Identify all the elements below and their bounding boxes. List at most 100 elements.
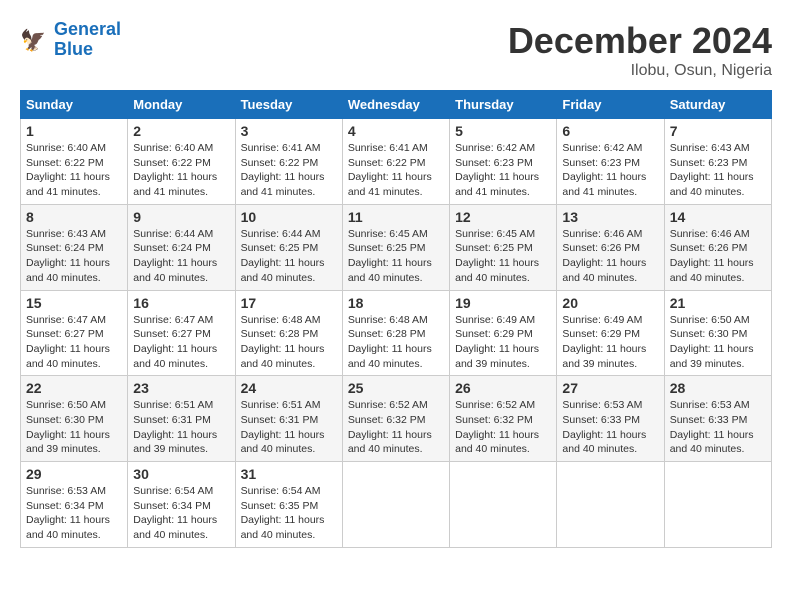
day-header-saturday: Saturday xyxy=(664,91,771,119)
calendar-cell: 13Sunrise: 6:46 AM Sunset: 6:26 PM Dayli… xyxy=(557,204,664,290)
day-number: 4 xyxy=(348,123,444,139)
calendar-cell: 30 Sunrise: 6:54 AM Sunset: 6:34 PM Dayli… xyxy=(128,462,235,548)
day-number: 6 xyxy=(562,123,658,139)
day-number: 28 xyxy=(670,380,766,396)
day-info: Sunrise: 6:40 AM Sunset: 6:22 PM Dayligh… xyxy=(133,141,229,200)
day-info: Sunrise: 6:48 AM Sunset: 6:28 PM Dayligh… xyxy=(348,313,444,372)
day-number: 10 xyxy=(241,209,337,225)
calendar-cell xyxy=(557,462,664,548)
location: Ilobu, Osun, Nigeria xyxy=(508,62,772,80)
day-number: 14 xyxy=(670,209,766,225)
calendar-cell: 10Sunrise: 6:44 AM Sunset: 6:25 PM Dayli… xyxy=(235,204,342,290)
day-info: Sunrise: 6:51 AM Sunset: 6:31 PM Dayligh… xyxy=(133,398,229,457)
page-header: 🦅 General Blue December 2024 Ilobu, Osun… xyxy=(20,20,772,80)
day-info: Sunrise: 6:53 AM Sunset: 6:33 PM Dayligh… xyxy=(562,398,658,457)
day-info: Sunrise: 6:46 AM Sunset: 6:26 PM Dayligh… xyxy=(670,227,766,286)
day-info: Sunrise: 6:47 AM Sunset: 6:27 PM Dayligh… xyxy=(133,313,229,372)
week-row-5: 29Sunrise: 6:53 AM Sunset: 6:34 PM Dayli… xyxy=(21,462,772,548)
day-info: Sunrise: 6:46 AM Sunset: 6:26 PM Dayligh… xyxy=(562,227,658,286)
logo-text: General Blue xyxy=(54,20,121,60)
day-number: 3 xyxy=(241,123,337,139)
day-number: 26 xyxy=(455,380,551,396)
day-number: 5 xyxy=(455,123,551,139)
day-number: 17 xyxy=(241,295,337,311)
day-info: Sunrise: 6:49 AM Sunset: 6:29 PM Dayligh… xyxy=(562,313,658,372)
logo-icon: 🦅 xyxy=(20,25,50,55)
day-number: 7 xyxy=(670,123,766,139)
day-info: Sunrise: 6:47 AM Sunset: 6:27 PM Dayligh… xyxy=(26,313,122,372)
day-info: Sunrise: 6:50 AM Sunset: 6:30 PM Dayligh… xyxy=(26,398,122,457)
day-number: 2 xyxy=(133,123,229,139)
day-info: Sunrise: 6:42 AM Sunset: 6:23 PM Dayligh… xyxy=(455,141,551,200)
week-row-1: 1Sunrise: 6:40 AM Sunset: 6:22 PM Daylig… xyxy=(21,119,772,205)
calendar-cell xyxy=(342,462,449,548)
calendar-cell: 18 Sunrise: 6:48 AM Sunset: 6:28 PM Dayli… xyxy=(342,290,449,376)
day-info: Sunrise: 6:52 AM Sunset: 6:32 PM Dayligh… xyxy=(348,398,444,457)
day-info: Sunrise: 6:54 AM Sunset: 6:34 PM Dayligh… xyxy=(133,484,229,543)
calendar-cell: 14 Sunrise: 6:46 AM Sunset: 6:26 PM Dayli… xyxy=(664,204,771,290)
day-info: Sunrise: 6:52 AM Sunset: 6:32 PM Dayligh… xyxy=(455,398,551,457)
day-info: Sunrise: 6:48 AM Sunset: 6:28 PM Dayligh… xyxy=(241,313,337,372)
day-number: 23 xyxy=(133,380,229,396)
calendar-cell: 25 Sunrise: 6:52 AM Sunset: 6:32 PM Dayli… xyxy=(342,376,449,462)
day-info: Sunrise: 6:41 AM Sunset: 6:22 PM Dayligh… xyxy=(241,141,337,200)
day-header-wednesday: Wednesday xyxy=(342,91,449,119)
day-info: Sunrise: 6:44 AM Sunset: 6:24 PM Dayligh… xyxy=(133,227,229,286)
day-info: Sunrise: 6:51 AM Sunset: 6:31 PM Dayligh… xyxy=(241,398,337,457)
calendar-cell: 9Sunrise: 6:44 AM Sunset: 6:24 PM Daylig… xyxy=(128,204,235,290)
calendar-cell: 1Sunrise: 6:40 AM Sunset: 6:22 PM Daylig… xyxy=(21,119,128,205)
day-number: 25 xyxy=(348,380,444,396)
week-row-4: 22 Sunrise: 6:50 AM Sunset: 6:30 PM Dayli… xyxy=(21,376,772,462)
calendar-cell: 26 Sunrise: 6:52 AM Sunset: 6:32 PM Dayli… xyxy=(450,376,557,462)
calendar-cell: 2 Sunrise: 6:40 AM Sunset: 6:22 PM Daylig… xyxy=(128,119,235,205)
day-number: 16 xyxy=(133,295,229,311)
calendar-cell: 3 Sunrise: 6:41 AM Sunset: 6:22 PM Daylig… xyxy=(235,119,342,205)
day-info: Sunrise: 6:41 AM Sunset: 6:22 PM Dayligh… xyxy=(348,141,444,200)
day-info: Sunrise: 6:54 AM Sunset: 6:35 PM Dayligh… xyxy=(241,484,337,543)
day-number: 20 xyxy=(562,295,658,311)
calendar-cell: 28Sunrise: 6:53 AM Sunset: 6:33 PM Dayli… xyxy=(664,376,771,462)
calendar-cell: 23 Sunrise: 6:51 AM Sunset: 6:31 PM Dayli… xyxy=(128,376,235,462)
day-number: 31 xyxy=(241,466,337,482)
calendar-cell: 12Sunrise: 6:45 AM Sunset: 6:25 PM Dayli… xyxy=(450,204,557,290)
day-info: Sunrise: 6:42 AM Sunset: 6:23 PM Dayligh… xyxy=(562,141,658,200)
day-info: Sunrise: 6:40 AM Sunset: 6:22 PM Dayligh… xyxy=(26,141,122,200)
day-header-tuesday: Tuesday xyxy=(235,91,342,119)
day-number: 30 xyxy=(133,466,229,482)
month-title: December 2024 xyxy=(508,20,772,62)
day-number: 12 xyxy=(455,209,551,225)
day-number: 22 xyxy=(26,380,122,396)
calendar-cell: 31 Sunrise: 6:54 AM Sunset: 6:35 PM Dayli… xyxy=(235,462,342,548)
week-row-2: 8Sunrise: 6:43 AM Sunset: 6:24 PM Daylig… xyxy=(21,204,772,290)
calendar-cell xyxy=(664,462,771,548)
calendar-cell: 6 Sunrise: 6:42 AM Sunset: 6:23 PM Daylig… xyxy=(557,119,664,205)
day-info: Sunrise: 6:49 AM Sunset: 6:29 PM Dayligh… xyxy=(455,313,551,372)
calendar-cell: 16 Sunrise: 6:47 AM Sunset: 6:27 PM Dayli… xyxy=(128,290,235,376)
day-header-friday: Friday xyxy=(557,91,664,119)
calendar-cell: 20 Sunrise: 6:49 AM Sunset: 6:29 PM Dayli… xyxy=(557,290,664,376)
day-number: 15 xyxy=(26,295,122,311)
day-number: 11 xyxy=(348,209,444,225)
calendar-cell: 19 Sunrise: 6:49 AM Sunset: 6:29 PM Dayli… xyxy=(450,290,557,376)
day-header-thursday: Thursday xyxy=(450,91,557,119)
day-number: 21 xyxy=(670,295,766,311)
header-row: SundayMondayTuesdayWednesdayThursdayFrid… xyxy=(21,91,772,119)
day-number: 19 xyxy=(455,295,551,311)
day-number: 29 xyxy=(26,466,122,482)
calendar-cell: 4 Sunrise: 6:41 AM Sunset: 6:22 PM Daylig… xyxy=(342,119,449,205)
title-block: December 2024 Ilobu, Osun, Nigeria xyxy=(508,20,772,80)
calendar-cell: 5 Sunrise: 6:42 AM Sunset: 6:23 PM Daylig… xyxy=(450,119,557,205)
calendar-cell xyxy=(450,462,557,548)
calendar-cell: 22 Sunrise: 6:50 AM Sunset: 6:30 PM Dayli… xyxy=(21,376,128,462)
week-row-3: 15 Sunrise: 6:47 AM Sunset: 6:27 PM Dayli… xyxy=(21,290,772,376)
calendar-cell: 8Sunrise: 6:43 AM Sunset: 6:24 PM Daylig… xyxy=(21,204,128,290)
day-number: 27 xyxy=(562,380,658,396)
day-number: 8 xyxy=(26,209,122,225)
day-info: Sunrise: 6:43 AM Sunset: 6:23 PM Dayligh… xyxy=(670,141,766,200)
calendar-cell: 15 Sunrise: 6:47 AM Sunset: 6:27 PM Dayli… xyxy=(21,290,128,376)
day-info: Sunrise: 6:45 AM Sunset: 6:25 PM Dayligh… xyxy=(348,227,444,286)
day-number: 18 xyxy=(348,295,444,311)
calendar-cell: 21Sunrise: 6:50 AM Sunset: 6:30 PM Dayli… xyxy=(664,290,771,376)
logo: 🦅 General Blue xyxy=(20,20,121,60)
calendar-cell: 27 Sunrise: 6:53 AM Sunset: 6:33 PM Dayli… xyxy=(557,376,664,462)
